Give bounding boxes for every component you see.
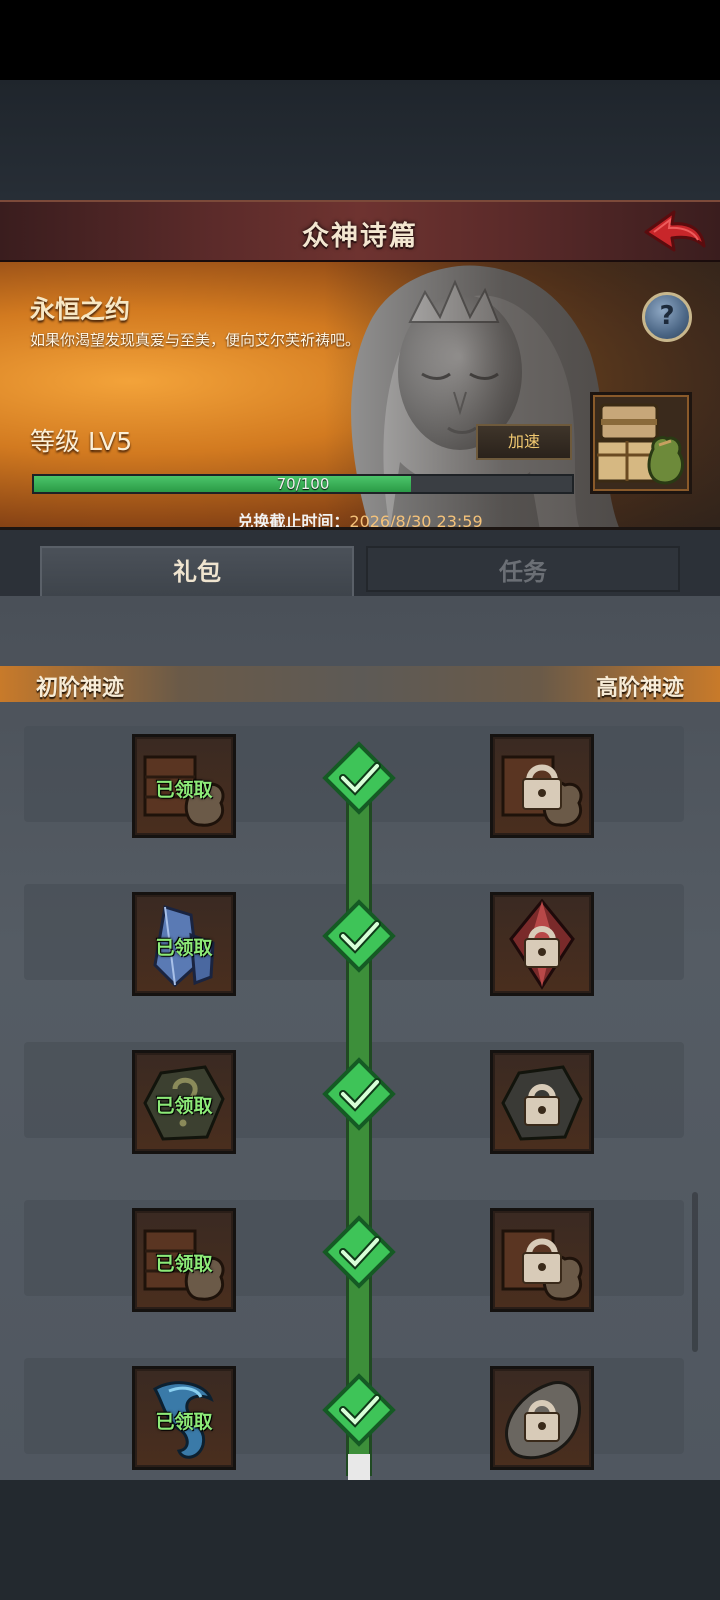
premium-tier-label: 高阶神迹	[595, 676, 684, 701]
title-bar: 众神诗篇	[0, 200, 720, 262]
locked-crate-sack-icon	[501, 1229, 583, 1301]
locked-crate-sack-icon	[501, 755, 583, 827]
premium-reward-5[interactable]	[490, 1366, 594, 1470]
claimed-label: 已领取	[155, 1253, 213, 1275]
check-node-icon	[322, 1373, 396, 1447]
bottom-backdrop	[0, 1480, 720, 1600]
progress-text: 70/100	[276, 475, 330, 493]
treasure-chest-icon	[595, 403, 684, 485]
top-backdrop	[0, 80, 720, 200]
deadline-value: 2026/8/30 23:59	[349, 512, 483, 530]
claimed-label: 已领取	[155, 1095, 213, 1117]
basic-reward-2[interactable]: 已领取	[132, 892, 236, 996]
progress-bar: 70/100	[32, 474, 574, 494]
help-button[interactable]: ?	[642, 292, 692, 342]
reward-track-panel: 初阶神迹 高阶神迹 已领取 已领取 已领取 已领取 已领取	[0, 596, 720, 1480]
event-title: 永恒之约	[30, 295, 131, 324]
claimed-label: 已领取	[155, 1411, 213, 1433]
tab-gift-pack[interactable]: 礼包	[40, 546, 354, 596]
locked-rock-icon	[505, 1381, 581, 1460]
speed-up-button[interactable]: 加速	[476, 424, 572, 460]
event-description: 如果你渴望发现真爱与至美，便向艾尔芙祈祷吧。	[30, 331, 361, 349]
check-node-icon	[322, 1215, 396, 1289]
claimed-label: 已领取	[155, 937, 213, 959]
basic-tier-label: 初阶神迹	[36, 676, 125, 701]
page-title: 众神诗篇	[302, 221, 418, 252]
back-button[interactable]	[642, 206, 708, 258]
claimed-label: 已领取	[155, 779, 213, 801]
premium-reward-4[interactable]	[490, 1208, 594, 1312]
level-label: 等级 LV5	[30, 427, 133, 456]
locked-ore-icon	[501, 1065, 583, 1141]
basic-reward-3[interactable]: 已领取	[132, 1050, 236, 1154]
check-node-icon	[322, 1057, 396, 1131]
tab-bar: 礼包 任务	[0, 530, 720, 596]
premium-reward-1[interactable]	[490, 734, 594, 838]
deadline-row: 兑换截止时间：2026/8/30 23:59	[0, 508, 720, 530]
status-bar-area	[0, 0, 720, 80]
tier-header: 初阶神迹 高阶神迹	[0, 666, 720, 702]
locked-red-crystal-icon	[509, 898, 575, 990]
check-node-icon	[322, 899, 396, 973]
back-arrow-icon	[644, 210, 706, 252]
premium-reward-3[interactable]	[490, 1050, 594, 1154]
question-icon: ?	[659, 301, 675, 331]
basic-reward-5[interactable]: 已领取	[132, 1366, 236, 1470]
tab-tasks[interactable]: 任务	[366, 546, 680, 592]
premium-reward-2[interactable]	[490, 892, 594, 996]
reward-chest-button[interactable]	[590, 392, 692, 494]
deadline-label: 兑换截止时间：	[237, 512, 350, 530]
basic-reward-4[interactable]: 已领取	[132, 1208, 236, 1312]
scrollbar[interactable]	[692, 1192, 698, 1352]
progress-track-end	[348, 1454, 370, 1480]
event-banner: 永恒之约 如果你渴望发现真爱与至美，便向艾尔芙祈祷吧。 等级 LV5 ? 加速 …	[0, 262, 720, 530]
basic-reward-1[interactable]: 已领取	[132, 734, 236, 838]
check-node-icon	[322, 741, 396, 815]
